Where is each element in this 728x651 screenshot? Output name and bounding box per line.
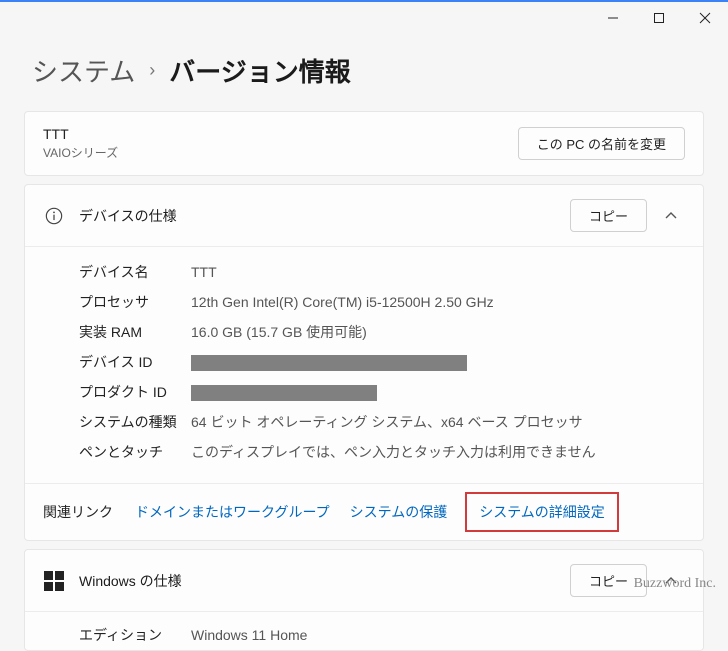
spec-row-processor: プロセッサ 12th Gen Intel(R) Core(TM) i5-1250… <box>79 287 685 317</box>
chevron-right-icon: › <box>149 60 155 81</box>
label-processor: プロセッサ <box>79 292 191 312</box>
label-edition: エディション <box>79 625 191 645</box>
titlebar <box>0 0 728 36</box>
device-spec-card: デバイスの仕様 コピー デバイス名 TTT プロセッサ 12th Gen Int… <box>24 184 704 541</box>
minimize-button[interactable] <box>590 2 636 34</box>
info-icon <box>43 207 65 225</box>
maximize-button[interactable] <box>636 2 682 34</box>
spec-row-system-type: システムの種類 64 ビット オペレーティング システム、x64 ベース プロセ… <box>79 407 685 437</box>
label-pen-touch: ペンとタッチ <box>79 442 191 462</box>
label-product-id: プロダクト ID <box>79 382 191 402</box>
value-processor: 12th Gen Intel(R) Core(TM) i5-12500H 2.5… <box>191 294 494 310</box>
link-domain-workgroup[interactable]: ドメインまたはワークグループ <box>135 502 330 522</box>
page-title: バージョン情報 <box>169 52 350 89</box>
label-ram: 実装 RAM <box>79 322 191 342</box>
value-pen-touch: このディスプレイでは、ペン入力とタッチ入力は利用できません <box>191 442 596 462</box>
label-device-id: デバイス ID <box>79 352 191 372</box>
pc-name-card: TTT VAIOシリーズ この PC の名前を変更 <box>24 111 704 176</box>
related-links-row: 関連リンク ドメインまたはワークグループ システムの保護 システムの詳細設定 <box>25 483 703 540</box>
spec-row-pen-touch: ペンとタッチ このディスプレイでは、ペン入力とタッチ入力は利用できません <box>79 437 685 467</box>
device-spec-title: デバイスの仕様 <box>79 206 570 226</box>
close-button[interactable] <box>682 2 728 34</box>
collapse-device-spec-button[interactable] <box>657 209 685 223</box>
device-spec-copy-button[interactable]: コピー <box>570 199 647 232</box>
breadcrumb-root[interactable]: システム <box>32 52 135 89</box>
value-product-id <box>191 383 377 400</box>
windows-spec-title: Windows の仕様 <box>79 571 570 591</box>
watermark: Buzzword Inc. <box>634 576 716 592</box>
related-links-label: 関連リンク <box>43 502 113 522</box>
windows-spec-card: Windows の仕様 コピー エディション Windows 11 Home <box>24 549 704 651</box>
spec-row-device-name: デバイス名 TTT <box>79 257 685 287</box>
spec-row-ram: 実装 RAM 16.0 GB (15.7 GB 使用可能) <box>79 317 685 347</box>
spec-row-product-id: プロダクト ID <box>79 377 685 407</box>
breadcrumb: システム › バージョン情報 <box>24 36 704 111</box>
value-device-id <box>191 353 467 370</box>
label-device-name: デバイス名 <box>79 262 191 282</box>
window-top-accent <box>0 0 728 2</box>
pc-series: VAIOシリーズ <box>43 144 518 161</box>
value-edition: Windows 11 Home <box>191 627 307 643</box>
link-system-protection[interactable]: システムの保護 <box>350 502 448 522</box>
value-system-type: 64 ビット オペレーティング システム、x64 ベース プロセッサ <box>191 412 583 432</box>
spec-row-device-id: デバイス ID <box>79 347 685 377</box>
windows-icon <box>43 571 65 591</box>
link-system-advanced[interactable]: システムの詳細設定 <box>465 492 619 532</box>
rename-pc-button[interactable]: この PC の名前を変更 <box>518 127 685 160</box>
value-ram: 16.0 GB (15.7 GB 使用可能) <box>191 322 367 342</box>
spec-row-edition: エディション Windows 11 Home <box>79 620 685 650</box>
pc-name: TTT <box>43 126 518 142</box>
value-device-name: TTT <box>191 264 217 280</box>
label-system-type: システムの種類 <box>79 412 191 432</box>
